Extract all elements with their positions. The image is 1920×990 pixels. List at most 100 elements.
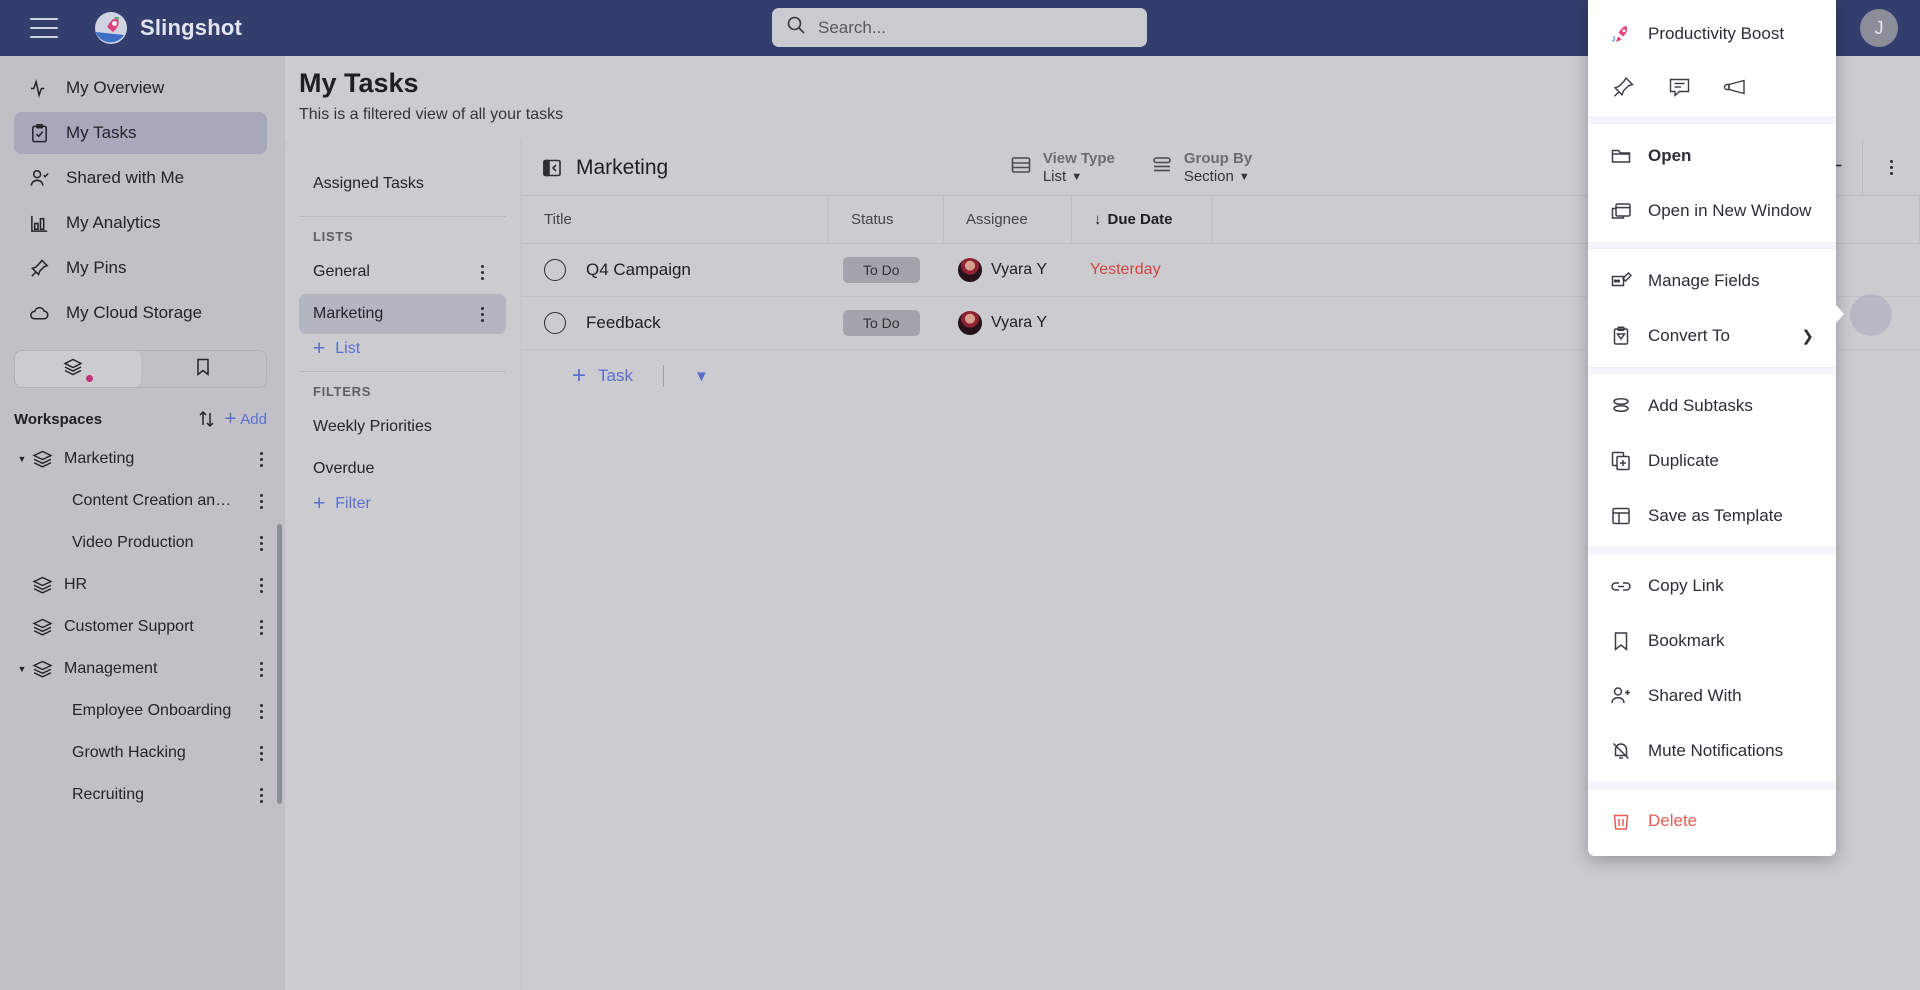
tab-bookmarks[interactable] bbox=[141, 351, 267, 387]
kebab-menu-icon[interactable] bbox=[251, 577, 271, 593]
sidebar-item-my-overview[interactable]: My Overview bbox=[14, 67, 267, 109]
menu-item-manage-fields[interactable]: Manage Fields bbox=[1588, 253, 1836, 308]
sidebar-tab-strip bbox=[14, 350, 267, 388]
manage-fields-icon bbox=[1610, 270, 1632, 292]
panel-kebab-button[interactable] bbox=[1862, 139, 1920, 196]
menu-item-add-subtasks[interactable]: Add Subtasks bbox=[1588, 378, 1836, 433]
menu-item-duplicate[interactable]: Duplicate bbox=[1588, 433, 1836, 488]
cell-assignee[interactable]: Vyara Y bbox=[944, 244, 1072, 297]
workspace-item-management[interactable]: ▼ Management bbox=[0, 648, 285, 690]
column-header-status[interactable]: Status bbox=[829, 195, 944, 244]
menu-item-bookmark[interactable]: Bookmark bbox=[1588, 613, 1836, 668]
workspace-item-hr[interactable]: HR bbox=[0, 564, 285, 606]
column-header-assignee[interactable]: Assignee bbox=[944, 195, 1072, 244]
kebab-menu-icon[interactable] bbox=[251, 745, 271, 761]
megaphone-icon[interactable] bbox=[1722, 74, 1748, 100]
menu-item-convert-to[interactable]: Convert To ❯ bbox=[1588, 308, 1836, 363]
cell-due-date[interactable]: Yesterday bbox=[1072, 244, 1212, 297]
menu-item-delete[interactable]: Delete bbox=[1588, 793, 1836, 848]
task-complete-checkbox[interactable] bbox=[544, 259, 566, 281]
cell-status[interactable]: To Do bbox=[829, 297, 944, 350]
menu-separator bbox=[1588, 117, 1836, 124]
workspace-item-customer-support[interactable]: Customer Support bbox=[0, 606, 285, 648]
list-label: General bbox=[313, 263, 370, 280]
cell-status[interactable]: To Do bbox=[829, 244, 944, 297]
menu-item-mute-notifications[interactable]: Mute Notifications bbox=[1588, 723, 1836, 778]
kebab-menu-icon[interactable] bbox=[251, 787, 271, 803]
sidebar-item-my-analytics[interactable]: My Analytics bbox=[14, 202, 267, 244]
menu-item-shared-with[interactable]: Shared With bbox=[1588, 668, 1836, 723]
view-type-text: View Type List ▼ bbox=[1043, 150, 1115, 185]
add-filter-button[interactable]: + Filter bbox=[313, 493, 492, 514]
menu-item-open-in-new-window[interactable]: Open in New Window bbox=[1588, 183, 1836, 238]
bell-off-icon bbox=[1610, 740, 1632, 762]
chevron-down-icon[interactable]: ▼ bbox=[694, 368, 709, 385]
sidebar-item-my-tasks[interactable]: My Tasks bbox=[14, 112, 267, 154]
filter-item-weekly-priorities[interactable]: Weekly Priorities bbox=[299, 407, 506, 447]
menu-item-copy-link[interactable]: Copy Link bbox=[1588, 558, 1836, 613]
menu-toggle-icon[interactable] bbox=[30, 18, 58, 38]
menu-label: Open bbox=[1648, 145, 1692, 165]
chevron-down-icon[interactable]: ▼ bbox=[14, 664, 30, 674]
menu-item-open[interactable]: Open bbox=[1588, 128, 1836, 183]
user-avatar[interactable]: J bbox=[1860, 9, 1898, 47]
menu-item-save-as-template[interactable]: Save as Template bbox=[1588, 488, 1836, 543]
view-type-control[interactable]: View Type List ▼ bbox=[992, 140, 1133, 196]
filter-item-overdue[interactable]: Overdue bbox=[299, 449, 506, 489]
sidebar-item-my-pins[interactable]: My Pins bbox=[14, 247, 267, 289]
collapse-panel-icon[interactable] bbox=[542, 158, 562, 178]
list-item-assigned-tasks[interactable]: Assigned Tasks bbox=[299, 164, 506, 204]
workspace-label: Video Production bbox=[72, 534, 194, 551]
plus-icon[interactable]: + bbox=[572, 364, 586, 388]
sidebar-scrollbar[interactable] bbox=[277, 524, 282, 804]
workspace-item-recruiting[interactable]: Recruiting bbox=[0, 774, 285, 816]
pin-icon[interactable] bbox=[1610, 74, 1636, 100]
workspace-item-content-creation[interactable]: Content Creation an… bbox=[0, 480, 285, 522]
tab-workspaces[interactable] bbox=[15, 351, 141, 387]
layers-icon bbox=[30, 659, 54, 680]
add-list-label: List bbox=[335, 339, 361, 357]
group-by-control[interactable]: Group By Section ▼ bbox=[1133, 140, 1270, 196]
column-header-title[interactable]: Title bbox=[522, 195, 829, 244]
comment-icon[interactable] bbox=[1666, 74, 1692, 100]
workspace-item-marketing[interactable]: ▼ Marketing bbox=[0, 438, 285, 480]
sidebar-label: My Pins bbox=[66, 258, 127, 277]
group-by-text: Group By Section ▼ bbox=[1184, 150, 1252, 185]
sort-arrows-icon[interactable] bbox=[195, 408, 217, 430]
cell-assignee[interactable]: Vyara Y bbox=[944, 297, 1072, 350]
kebab-menu-icon[interactable] bbox=[251, 619, 271, 635]
kebab-menu-icon[interactable] bbox=[251, 661, 271, 677]
search-bar[interactable] bbox=[772, 8, 1147, 47]
sidebar-label: My Tasks bbox=[66, 123, 137, 142]
menu-separator bbox=[1588, 782, 1836, 789]
layers-icon bbox=[30, 617, 54, 638]
workspace-item-employee-onboarding[interactable]: Employee Onboarding bbox=[0, 690, 285, 732]
kebab-menu-icon[interactable] bbox=[251, 535, 271, 551]
list-item-general[interactable]: General bbox=[299, 252, 506, 292]
cell-due-date[interactable] bbox=[1072, 297, 1212, 350]
chevron-down-icon[interactable]: ▼ bbox=[14, 454, 30, 464]
workspace-item-growth-hacking[interactable]: Growth Hacking bbox=[0, 732, 285, 774]
sidebar-item-shared-with-me[interactable]: Shared with Me bbox=[14, 157, 267, 199]
kebab-menu-icon[interactable] bbox=[472, 306, 492, 322]
menu-item-productivity-boost[interactable]: Productivity Boost bbox=[1588, 6, 1836, 61]
kebab-menu-icon[interactable] bbox=[472, 264, 492, 280]
list-panel: Assigned Tasks LISTS General Marketing +… bbox=[285, 140, 520, 990]
user-check-icon bbox=[28, 167, 50, 189]
search-input[interactable] bbox=[818, 17, 1133, 38]
kebab-menu-icon[interactable] bbox=[251, 451, 271, 467]
divider bbox=[299, 216, 506, 217]
kebab-menu-icon[interactable] bbox=[251, 493, 271, 509]
column-header-due-date[interactable]: ↓ Due Date bbox=[1072, 195, 1212, 244]
kebab-menu-icon[interactable] bbox=[251, 703, 271, 719]
due-date-value: Yesterday bbox=[1090, 261, 1161, 278]
menu-label: Duplicate bbox=[1648, 450, 1719, 470]
sidebar-item-my-cloud-storage[interactable]: My Cloud Storage bbox=[14, 292, 267, 334]
add-list-button[interactable]: + List bbox=[313, 338, 492, 359]
add-task-label[interactable]: Task bbox=[598, 366, 633, 386]
add-workspace-button[interactable]: + Add bbox=[225, 409, 267, 429]
workspace-item-video-production[interactable]: Video Production bbox=[0, 522, 285, 564]
list-item-marketing[interactable]: Marketing bbox=[299, 294, 506, 334]
task-complete-checkbox[interactable] bbox=[544, 312, 566, 334]
sidebar-nav: My Overview My Tasks Shared with Me My A… bbox=[0, 56, 285, 334]
